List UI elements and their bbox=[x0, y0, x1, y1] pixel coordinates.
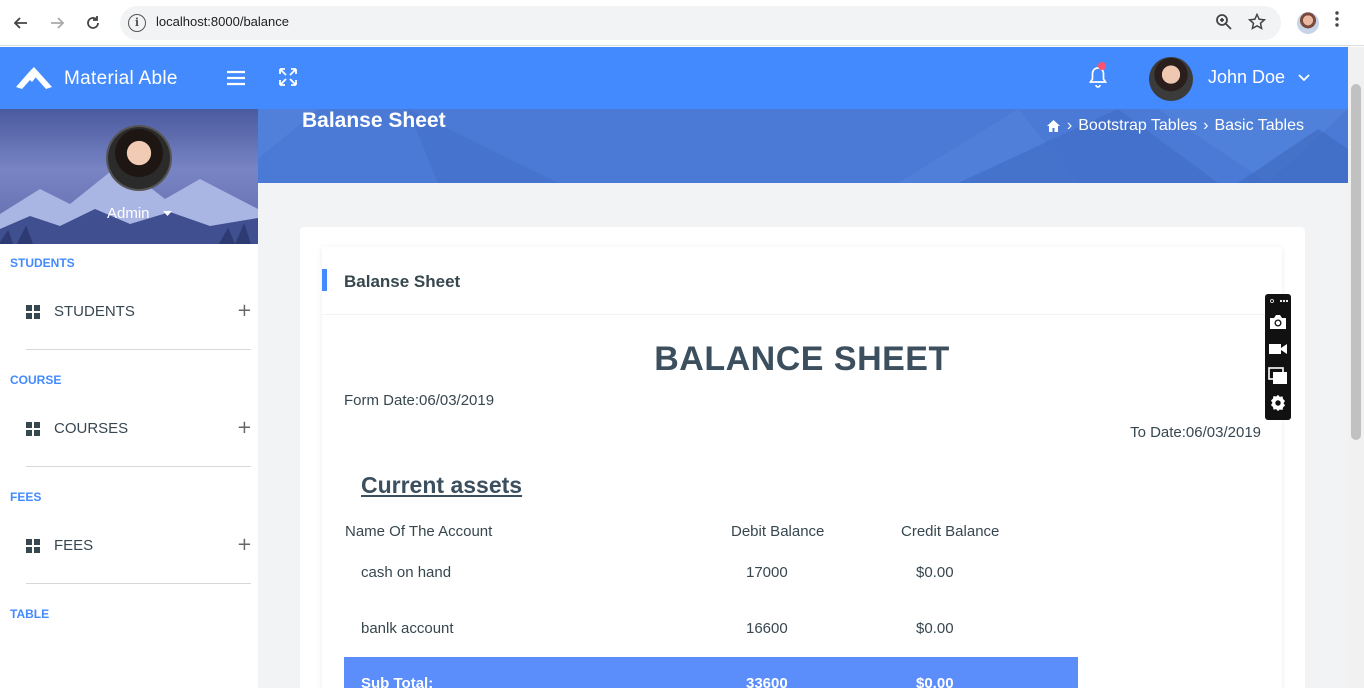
card-title: Balanse Sheet bbox=[344, 272, 461, 291]
chevron-down-icon[interactable] bbox=[1298, 71, 1310, 86]
fullscreen-icon[interactable] bbox=[279, 67, 297, 91]
subtotal-credit: $0.00 bbox=[916, 675, 954, 688]
sidebar-item-label: FEES bbox=[54, 537, 94, 554]
subtotal-label: Sub Total: bbox=[361, 675, 434, 688]
breadcrumb-link[interactable]: Basic Tables bbox=[1214, 117, 1304, 135]
grid-icon bbox=[26, 422, 40, 436]
divider bbox=[26, 349, 251, 350]
main-content: Balanse Sheet › Bootstrap Tables › Basic… bbox=[258, 109, 1348, 688]
sidebar-profile: Admin bbox=[0, 109, 258, 244]
card-accent-bar bbox=[322, 269, 327, 291]
toolbar-more-icon[interactable] bbox=[1268, 297, 1288, 305]
reload-icon[interactable] bbox=[81, 11, 105, 35]
column-header-credit: Credit Balance bbox=[901, 523, 1000, 540]
expand-plus-icon[interactable]: + bbox=[237, 417, 252, 438]
forward-icon[interactable] bbox=[45, 11, 69, 35]
nav-section-fees: FEES bbox=[10, 490, 42, 504]
zoom-icon[interactable] bbox=[1215, 13, 1232, 35]
grid-icon bbox=[26, 539, 40, 553]
browser-toolbar: i localhost:8000/balance bbox=[0, 0, 1364, 46]
debit-value: 17000 bbox=[746, 564, 788, 581]
nav-section-table: TABLE bbox=[10, 607, 50, 621]
back-icon[interactable] bbox=[9, 11, 33, 35]
column-header-debit: Debit Balance bbox=[731, 523, 825, 540]
sidebar-item-label: STUDENTS bbox=[54, 303, 135, 320]
sidebar-item-students[interactable]: STUDENTS + bbox=[26, 294, 252, 330]
page-title: Balanse Sheet bbox=[302, 109, 446, 132]
account-name: cash on hand bbox=[361, 564, 452, 581]
scrollbar-thumb[interactable] bbox=[1351, 84, 1361, 440]
camera-icon[interactable] bbox=[1268, 313, 1288, 331]
home-icon[interactable] bbox=[1046, 119, 1061, 133]
notification-badge bbox=[1098, 62, 1106, 70]
nav-section-course: COURSE bbox=[10, 373, 62, 387]
expand-plus-icon[interactable]: + bbox=[237, 534, 252, 555]
bookmark-star-icon[interactable] bbox=[1247, 12, 1267, 36]
caret-down-icon[interactable] bbox=[163, 210, 172, 220]
brand-name[interactable]: Material Able bbox=[64, 68, 178, 90]
to-date: To Date:06/03/2019 bbox=[1130, 424, 1261, 441]
browser-menu-icon[interactable] bbox=[1335, 11, 1339, 32]
subtotal-row: Sub Total: 33600 $0.00 bbox=[344, 657, 1078, 688]
column-header-account: Name Of The Account bbox=[345, 523, 493, 540]
address-bar[interactable]: i localhost:8000/balance bbox=[120, 6, 1281, 40]
divider bbox=[26, 466, 251, 467]
site-info-icon[interactable]: i bbox=[128, 14, 146, 32]
card-container: Balanse Sheet BALANCE SHEET Form Date:06… bbox=[300, 227, 1305, 688]
expand-plus-icon[interactable]: + bbox=[237, 300, 252, 321]
page-banner: Balanse Sheet › Bootstrap Tables › Basic… bbox=[258, 109, 1348, 183]
credit-value: $0.00 bbox=[916, 620, 954, 637]
breadcrumb: › Bootstrap Tables › Basic Tables bbox=[1046, 117, 1304, 135]
settings-gear-icon[interactable] bbox=[1268, 394, 1288, 412]
profile-name[interactable]: Admin bbox=[107, 205, 150, 222]
breadcrumb-link[interactable]: Bootstrap Tables bbox=[1078, 117, 1197, 135]
sheet-title: BALANCE SHEET bbox=[654, 340, 950, 378]
brand-logo-icon[interactable] bbox=[14, 65, 54, 91]
grid-icon bbox=[26, 305, 40, 319]
debit-value: 16600 bbox=[746, 620, 788, 637]
sidebar-item-label: COURSES bbox=[54, 420, 129, 437]
menu-toggle-icon[interactable] bbox=[227, 67, 245, 91]
sidebar-item-courses[interactable]: COURSES + bbox=[26, 411, 252, 447]
profile-avatar[interactable] bbox=[106, 125, 172, 191]
balance-sheet-card: Balanse Sheet BALANCE SHEET Form Date:06… bbox=[322, 247, 1282, 688]
video-icon[interactable] bbox=[1268, 340, 1288, 358]
from-date: Form Date:06/03/2019 bbox=[344, 392, 495, 409]
capture-toolbar bbox=[1265, 294, 1291, 420]
divider bbox=[26, 583, 251, 584]
window-capture-icon[interactable] bbox=[1268, 367, 1288, 385]
sidebar: Admin STUDENTS STUDENTS + COURSE COURSES… bbox=[0, 109, 258, 688]
subtotal-debit: 33600 bbox=[746, 675, 788, 688]
account-name: banlk account bbox=[361, 620, 454, 637]
app-header: Material Able John Doe bbox=[0, 47, 1348, 109]
section-heading: Current assets bbox=[361, 472, 523, 498]
nav-section-students: STUDENTS bbox=[10, 256, 75, 270]
url-text[interactable]: localhost:8000/balance bbox=[156, 14, 289, 29]
breadcrumb-separator: › bbox=[1066, 117, 1073, 134]
breadcrumb-separator: › bbox=[1203, 117, 1209, 134]
card-header: Balanse Sheet bbox=[322, 247, 1282, 315]
user-avatar[interactable] bbox=[1149, 57, 1193, 101]
browser-profile-avatar[interactable] bbox=[1297, 12, 1319, 34]
table-row: cash on hand 17000 $0.00 bbox=[344, 564, 1078, 620]
credit-value: $0.00 bbox=[916, 564, 954, 581]
sidebar-item-fees[interactable]: FEES + bbox=[26, 528, 252, 564]
user-name[interactable]: John Doe bbox=[1208, 67, 1285, 88]
